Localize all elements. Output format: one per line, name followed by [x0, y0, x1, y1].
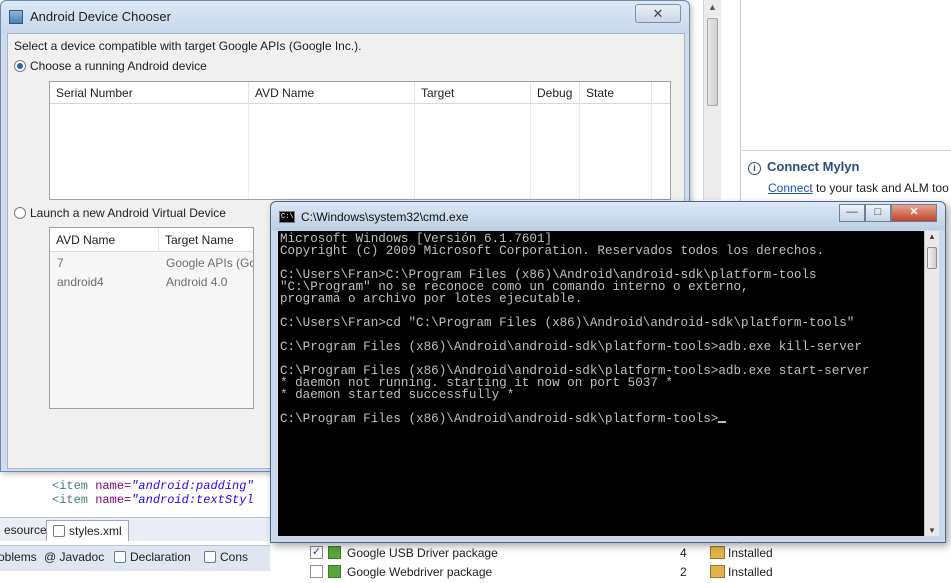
package-api: 2 [680, 565, 687, 579]
avd-table[interactable]: AVD Name Target Name 7 Google APIs (Go a… [49, 227, 254, 409]
tab-declaration[interactable]: Declaration [114, 550, 191, 564]
xml-line: <item name="android:textStyl [52, 493, 254, 507]
package-icon [328, 546, 341, 559]
running-devices-table[interactable]: Serial Number AVD Name Target Debug Stat… [49, 81, 671, 200]
maximize-button[interactable]: □ [865, 204, 891, 222]
radio-unselected-icon[interactable] [14, 207, 26, 219]
avd-row-target[interactable]: Google APIs (Go [166, 256, 253, 270]
list-item[interactable]: ✓ Google USB Driver package 4 Installed [300, 544, 940, 563]
declaration-icon [114, 551, 126, 563]
cmd-title: C:\Windows\system32\cmd.exe [301, 210, 469, 224]
scroll-up-arrow-icon[interactable]: ▲ [928, 232, 936, 241]
package-api: 4 [680, 546, 687, 560]
view-tabs: oblems @ Javadoc Declaration Cons [0, 545, 270, 571]
scroll-up-arrow-icon[interactable]: ▲ [708, 2, 717, 12]
instruction-text: Select a device compatible with target G… [14, 39, 362, 53]
avd-row-name[interactable]: 7 [57, 256, 64, 270]
chooser-titlebar[interactable]: Android Device Chooser ✕ [1, 1, 689, 33]
console-output[interactable]: Microsoft Windows [Versión 6.1.7601] Cop… [278, 231, 924, 536]
avd-row-name[interactable]: android4 [57, 275, 104, 289]
column-debug[interactable]: Debug [531, 82, 580, 104]
info-icon: i [748, 162, 761, 175]
column-line [579, 104, 580, 199]
editor-vertical-scrollbar[interactable]: ▲ [703, 0, 721, 200]
cmd-window: C:\ C:\Windows\system32\cmd.exe — □ ✕ Mi… [270, 201, 946, 543]
column-avd-name[interactable]: AVD Name [249, 82, 415, 104]
package-icon [328, 565, 341, 578]
column-avd-name[interactable]: AVD Name [50, 228, 159, 252]
text-cursor [718, 421, 727, 423]
connect-link[interactable]: Connect [768, 181, 813, 195]
chooser-title: Android Device Chooser [30, 9, 171, 24]
sdk-package-list: ✓ Google USB Driver package 4 Installed … [300, 544, 940, 583]
scrollbar-thumb[interactable] [707, 18, 718, 106]
window-app-icon [9, 10, 23, 24]
connect-mylyn-title: i Connect Mylyn [748, 159, 859, 175]
cmd-icon: C:\ [279, 211, 295, 223]
console-icon [204, 551, 216, 563]
xml-file-icon [53, 525, 65, 537]
tab-problems[interactable]: oblems [0, 550, 37, 564]
column-target-name[interactable]: Target Name [159, 228, 253, 252]
tab-console[interactable]: Cons [204, 550, 248, 564]
minimize-button[interactable]: — [839, 204, 865, 222]
column-line [530, 104, 531, 199]
package-name: Google Webdriver package [347, 565, 493, 579]
column-line [651, 104, 652, 199]
tab-javadoc[interactable]: @ Javadoc [44, 550, 104, 564]
installed-icon [710, 565, 725, 578]
column-state[interactable]: State [580, 82, 652, 104]
radio-selected-icon[interactable] [14, 60, 26, 72]
tab-styles-xml[interactable]: styles.xml [46, 520, 129, 541]
column-line [414, 104, 415, 199]
package-status: Installed [728, 546, 773, 560]
editor-tabs: esources styles.xml [0, 517, 270, 541]
close-button[interactable]: ✕ [635, 4, 681, 23]
scroll-down-arrow-icon[interactable]: ▼ [928, 526, 936, 535]
console-text: Microsoft Windows [Versión 6.1.7601] Cop… [280, 232, 870, 426]
cmd-scrollbar[interactable]: ▲ ▼ [924, 231, 939, 536]
package-checkbox[interactable]: ✓ [310, 546, 323, 559]
list-item[interactable]: Google Webdriver package 2 Installed [300, 563, 940, 582]
radio-launch-avd[interactable]: Launch a new Android Virtual Device [14, 206, 226, 220]
column-filler [652, 82, 670, 104]
package-checkbox[interactable] [310, 565, 323, 578]
column-target[interactable]: Target [415, 82, 531, 104]
connect-mylyn-panel: i Connect Mylyn Connect to your task and … [742, 150, 951, 200]
package-name: Google USB Driver package [347, 546, 498, 560]
scrollbar-thumb[interactable] [927, 247, 937, 269]
package-status: Installed [728, 565, 773, 579]
avd-row-target[interactable]: Android 4.0 [166, 275, 227, 289]
close-button[interactable]: ✕ [891, 204, 937, 222]
cmd-titlebar[interactable]: C:\ C:\Windows\system32\cmd.exe — □ ✕ [271, 202, 945, 230]
xml-line: <item name="android:padding" [52, 479, 254, 493]
installed-icon [710, 546, 725, 559]
radio-choose-running[interactable]: Choose a running Android device [14, 59, 207, 73]
column-serial-number[interactable]: Serial Number [50, 82, 249, 104]
connect-mylyn-text: Connect to your task and ALM too [768, 181, 949, 195]
column-line [248, 104, 249, 199]
